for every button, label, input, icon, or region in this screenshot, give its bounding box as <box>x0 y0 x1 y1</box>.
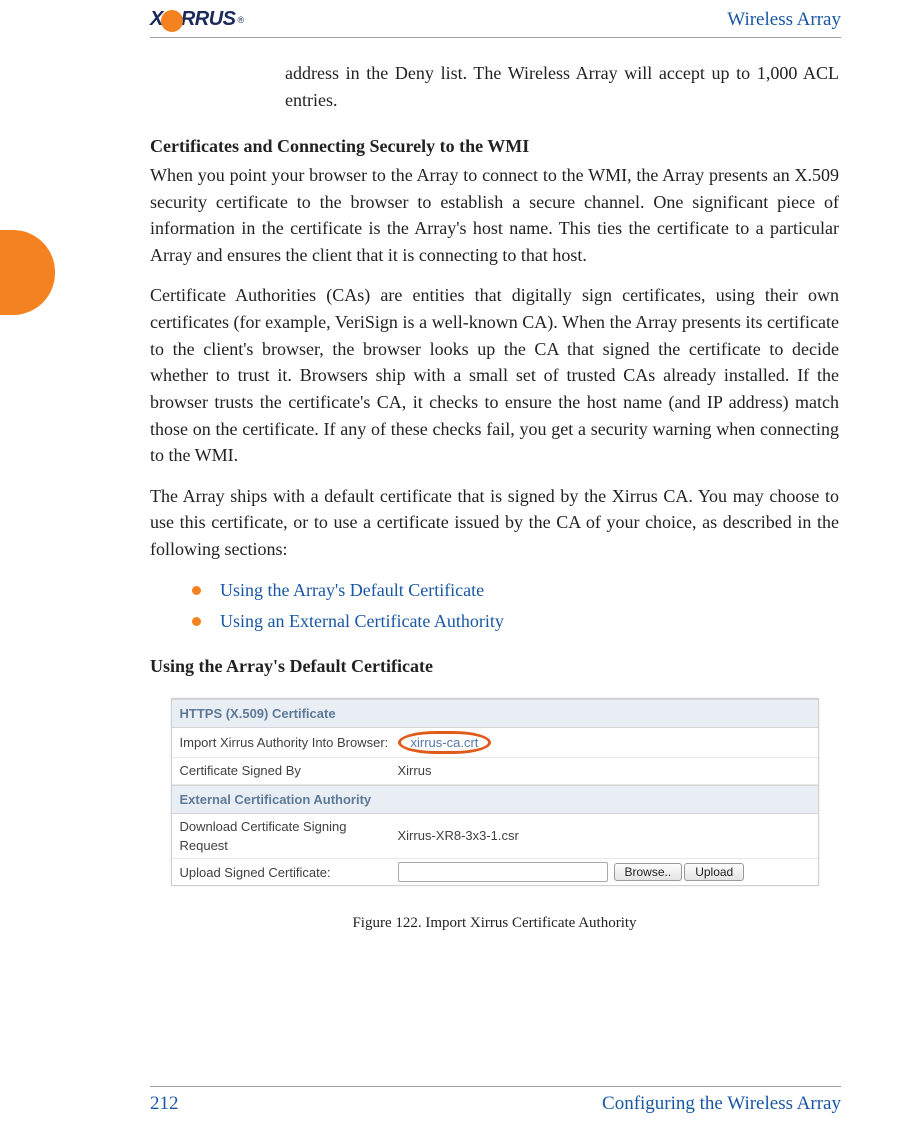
row-signed-by: Certificate Signed By Xirrus <box>172 758 818 784</box>
category-external-ca: External Certification Authority <box>172 785 818 814</box>
label-download-csr: Download Certificate Signing Request <box>180 817 398 855</box>
header-title: Wireless Array <box>727 9 841 31</box>
logo-dot-icon <box>161 10 183 32</box>
page-header: XRRUS® Wireless Array <box>150 8 841 38</box>
link-external-ca[interactable]: Using an External Certificate Authority <box>192 608 839 635</box>
footer-title: Configuring the Wireless Array <box>602 1093 841 1115</box>
link-default-certificate[interactable]: Using the Array's Default Certificate <box>192 577 839 604</box>
content-area: address in the Deny list. The Wireless A… <box>150 60 839 949</box>
category-https-cert: HTTPS (X.509) Certificate <box>172 699 818 728</box>
page: XRRUS® Wireless Array address in the Den… <box>0 0 901 1137</box>
subhead-default-certificate: Using the Array's Default Certificate <box>150 653 839 680</box>
page-footer: 212 Configuring the Wireless Array <box>150 1086 841 1115</box>
value-signed-by: Xirrus <box>398 761 432 780</box>
paragraph-1: When you point your browser to the Array… <box>150 162 839 269</box>
section-heading-certificates: Certificates and Connecting Securely to … <box>150 133 839 160</box>
paragraph-2: Certificate Authorities (CAs) are entiti… <box>150 282 839 468</box>
figure-caption: Figure 122. Import Xirrus Certificate Au… <box>150 912 839 934</box>
logo-suffix: RRUS <box>181 8 236 31</box>
paragraph-3: The Array ships with a default certifica… <box>150 483 839 563</box>
row-upload-cert: Upload Signed Certificate: Browse.. Uplo… <box>172 859 818 885</box>
page-number: 212 <box>150 1093 179 1115</box>
xirrus-logo: XRRUS® <box>150 8 244 31</box>
link-bullet-list: Using the Array's Default Certificate Us… <box>150 577 839 635</box>
value-download-csr: Xirrus-XR8-3x3-1.csr <box>398 826 519 845</box>
label-upload-cert: Upload Signed Certificate: <box>180 863 398 882</box>
side-thumb-tab <box>0 230 55 315</box>
browse-button[interactable]: Browse.. <box>614 863 683 881</box>
row-download-csr: Download Certificate Signing Request Xir… <box>172 814 818 859</box>
certificate-settings-panel: HTTPS (X.509) Certificate Import Xirrus … <box>171 698 819 887</box>
row-import-authority: Import Xirrus Authority Into Browser: xi… <box>172 728 818 759</box>
label-import-authority: Import Xirrus Authority Into Browser: <box>180 733 398 752</box>
input-upload-cert-path[interactable] <box>398 862 608 882</box>
intro-paragraph: address in the Deny list. The Wireless A… <box>150 60 839 113</box>
upload-button[interactable]: Upload <box>684 863 744 881</box>
label-signed-by: Certificate Signed By <box>180 761 398 780</box>
logo-registered: ® <box>238 15 244 25</box>
link-xirrus-ca-crt[interactable]: xirrus-ca.crt <box>398 731 492 755</box>
